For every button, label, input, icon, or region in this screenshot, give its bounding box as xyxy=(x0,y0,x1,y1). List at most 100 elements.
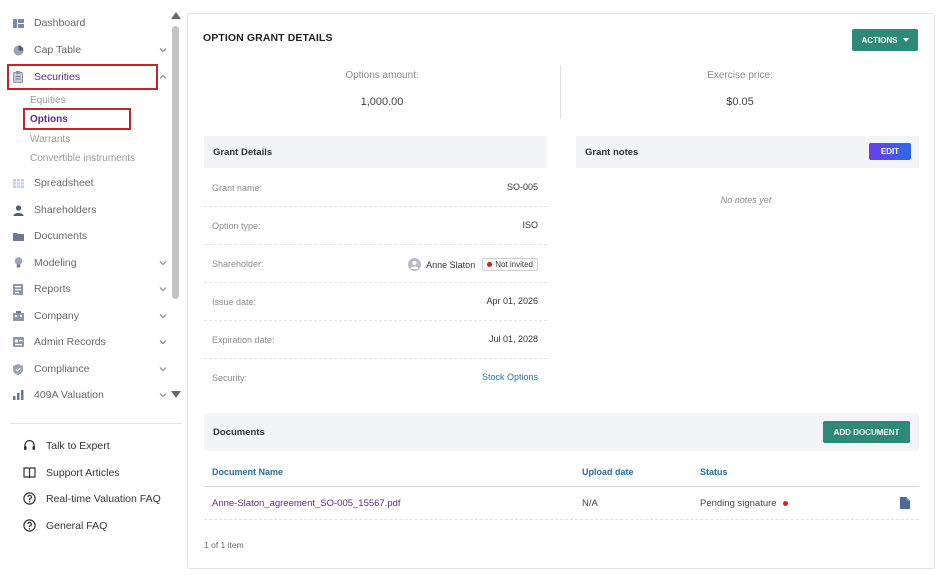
shield-icon xyxy=(11,362,25,376)
chevron-down-icon xyxy=(159,48,167,53)
help-item-label: General FAQ xyxy=(46,519,108,532)
sidebar-item-documents[interactable]: Documents xyxy=(8,224,176,248)
scroll-down-arrow-icon[interactable] xyxy=(171,391,181,398)
sidebar-item-label: Modeling xyxy=(34,257,77,269)
sidebar-item-label: Cap Table xyxy=(34,44,82,56)
building-icon xyxy=(11,309,25,323)
table-header-divider xyxy=(204,486,919,487)
status-dot-icon xyxy=(782,501,788,506)
sidebar-item-label: Documents xyxy=(34,230,88,242)
security-link[interactable]: Stock Options xyxy=(482,372,538,382)
detail-row-grant-name: Grant name: SO-005 xyxy=(204,169,547,207)
detail-label: Security: xyxy=(212,373,248,383)
sidebar-item-label: Spreadsheet xyxy=(34,177,94,189)
chevron-down-icon xyxy=(159,340,167,345)
help-item-label: Support Articles xyxy=(46,466,120,479)
subnav-item-convertible-instruments[interactable]: Convertible instruments xyxy=(30,153,135,164)
sidebar-divider xyxy=(10,423,182,424)
scroll-thumb[interactable] xyxy=(172,26,179,299)
options-amount-label: Options amount: xyxy=(345,70,419,81)
sidebar-item-spreadsheet[interactable]: Spreadsheet xyxy=(8,171,176,195)
sidebar-item-reports[interactable]: Reports xyxy=(8,277,176,301)
help-item-label: Talk to Expert xyxy=(46,439,110,452)
report-icon xyxy=(11,282,25,296)
detail-label: Shareholder: xyxy=(212,259,264,269)
sidebar-item-admin-records[interactable]: Admin Records xyxy=(8,330,176,354)
page-title: OPTION GRANT DETAILS xyxy=(203,32,333,44)
caret-down-icon xyxy=(902,38,909,42)
status-dot-icon xyxy=(487,262,493,267)
detail-row-option-type: Option type: ISO xyxy=(204,207,547,245)
detail-value: SO-005 xyxy=(506,182,538,192)
shareholder-name[interactable]: Anne Slaton xyxy=(426,260,475,270)
option-grant-card: OPTION GRANT DETAILS ACTIONS Options amo… xyxy=(187,13,935,569)
sidebar-item-label: Dashboard xyxy=(34,17,86,29)
sidebar-item-label: Reports xyxy=(34,283,71,295)
chevron-down-icon xyxy=(159,261,167,266)
scroll-up-arrow-icon[interactable] xyxy=(171,12,181,19)
add-document-button[interactable]: ADD DOCUMENT xyxy=(823,421,910,443)
sidebar-item-company[interactable]: Company xyxy=(8,304,176,328)
grant-details-title: Grant Details xyxy=(213,146,273,158)
detail-label: Issue date: xyxy=(212,297,257,307)
detail-label: Expiration date: xyxy=(212,335,275,345)
help-item-support-articles[interactable]: Support Articles xyxy=(23,466,120,479)
grant-notes-title: Grant notes xyxy=(585,146,639,158)
sidebar-item-409a-valuation[interactable]: 409A Valuation xyxy=(8,383,176,407)
detail-label: Option type: xyxy=(212,221,261,231)
detail-value: Jul 01, 2028 xyxy=(488,334,538,344)
subnav-item-warrants[interactable]: Warrants xyxy=(30,134,70,145)
bar-chart-icon xyxy=(11,388,25,402)
headset-icon xyxy=(23,439,36,452)
documents-title: Documents xyxy=(213,427,265,438)
sidebar-scrollbar[interactable] xyxy=(170,8,181,402)
sidebar-item-dashboard[interactable]: Dashboard xyxy=(8,11,176,35)
options-amount-value: 1,000.00 xyxy=(360,96,404,108)
status-cell: Pending signature xyxy=(700,498,788,509)
file-icon[interactable] xyxy=(900,497,910,509)
folder-icon xyxy=(11,229,25,243)
actions-dropdown-button[interactable]: ACTIONS xyxy=(852,29,918,51)
sidebar-item-shareholders[interactable]: Shareholders xyxy=(8,198,176,222)
sidebar-item-label: 409A Valuation xyxy=(34,389,104,401)
sidebar-item-compliance[interactable]: Compliance xyxy=(8,357,176,381)
sidebar-item-cap-table[interactable]: Cap Table xyxy=(8,38,176,62)
chevron-down-icon xyxy=(159,393,167,398)
highlight-box-options xyxy=(23,108,131,130)
summary-divider xyxy=(560,65,561,119)
detail-value: Apr 01, 2026 xyxy=(486,296,538,306)
upload-date-cell: N/A xyxy=(582,498,598,509)
table-row-divider xyxy=(204,519,919,520)
grant-notes-header: Grant notes EDIT xyxy=(576,136,919,168)
sidebar-item-label: Compliance xyxy=(34,363,90,375)
status-badge: Not invited xyxy=(482,258,538,271)
question-circle-icon xyxy=(23,519,36,532)
help-item-general-faq[interactable]: General FAQ xyxy=(23,519,107,532)
grid-icon xyxy=(11,176,25,190)
actions-button-label: ACTIONS xyxy=(861,35,898,45)
avatar xyxy=(408,258,422,271)
exercise-price-label: Exercise price: xyxy=(707,70,773,81)
document-name-link[interactable]: Anne-Slaton_agreement_SO-005_15567.pdf xyxy=(212,498,401,509)
sidebar-item-modeling[interactable]: Modeling xyxy=(8,251,176,275)
detail-row-security: Security: Stock Options xyxy=(204,359,547,397)
column-header-document-name[interactable]: Document Name xyxy=(212,467,283,477)
column-header-upload-date[interactable]: Upload date xyxy=(582,467,634,477)
grant-details-header: Grant Details xyxy=(204,136,547,168)
edit-notes-button[interactable]: EDIT xyxy=(869,143,911,160)
help-item-talk-to-expert[interactable]: Talk to Expert xyxy=(23,439,110,452)
book-icon xyxy=(23,466,36,479)
help-item-real-time-valuation-faq[interactable]: Real-time Valuation FAQ xyxy=(23,492,161,505)
question-circle-icon xyxy=(23,492,36,505)
highlight-box-securities xyxy=(7,64,158,90)
help-item-label: Real-time Valuation FAQ xyxy=(46,492,161,505)
sidebar-item-label: Company xyxy=(34,310,79,322)
empty-notes-text: No notes yet xyxy=(720,195,772,205)
subnav-item-equities[interactable]: Equities xyxy=(30,95,66,106)
chevron-down-icon xyxy=(159,314,167,319)
exercise-price-value: $0.05 xyxy=(726,96,754,108)
sidebar-item-label: Admin Records xyxy=(34,336,106,348)
status-text: Pending signature xyxy=(700,498,777,509)
detail-row-issue-date: Issue date: Apr 01, 2026 xyxy=(204,283,547,321)
column-header-status[interactable]: Status xyxy=(700,467,728,477)
